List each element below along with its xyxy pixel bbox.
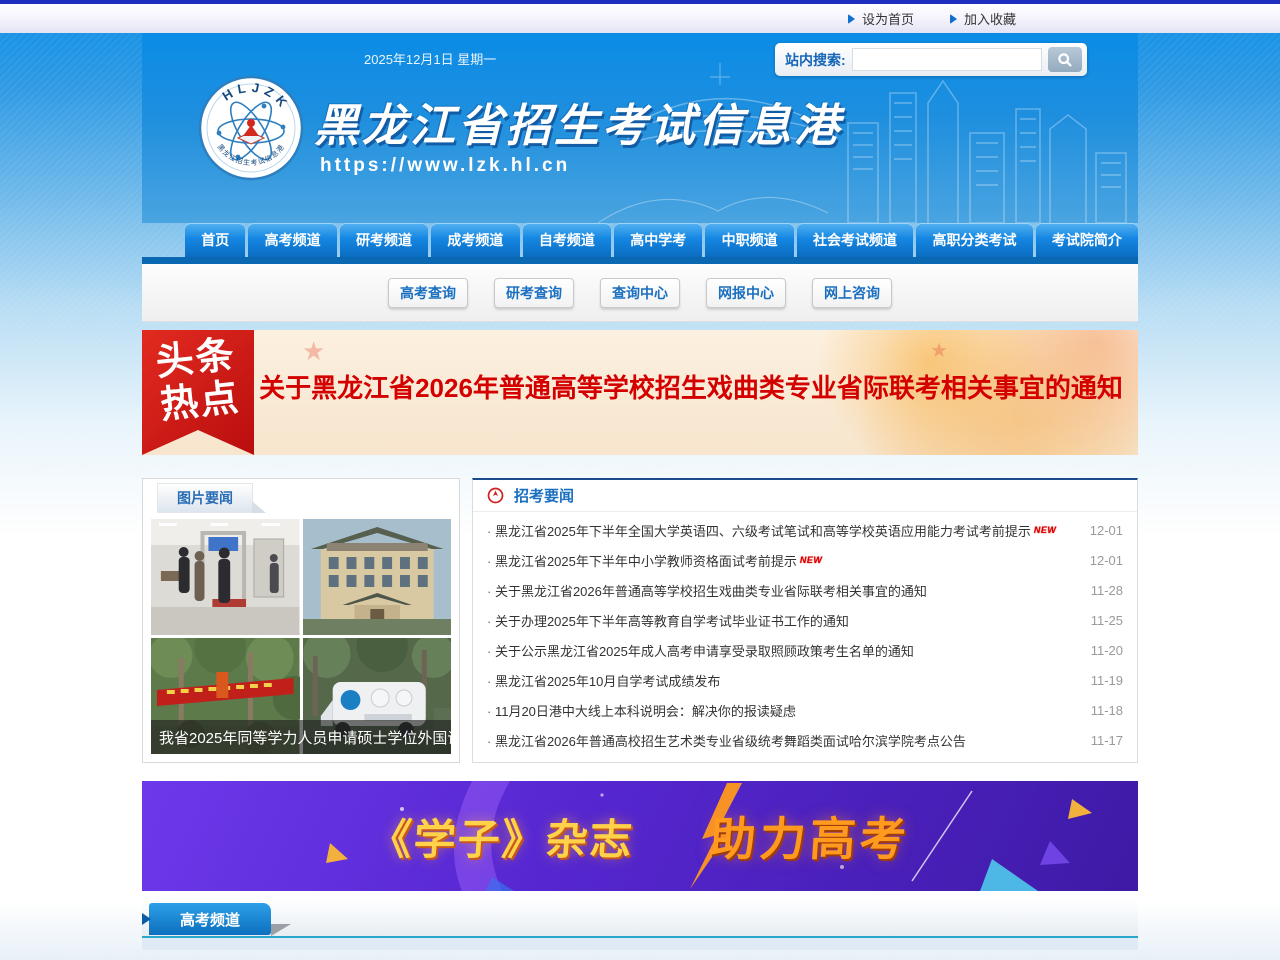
quicklink-query-center[interactable]: 查询中心 xyxy=(600,278,680,308)
nav-divider-strip xyxy=(142,257,1138,264)
gaokao-channel-tab[interactable]: 高考频道 xyxy=(149,903,271,935)
nav-tab-zikao[interactable]: 自考频道 xyxy=(523,223,611,257)
set-homepage-label: 设为首页 xyxy=(862,9,914,28)
news-item-date: 11-18 xyxy=(1081,703,1123,718)
tab-fold-decoration xyxy=(271,924,291,936)
news-list-item[interactable]: 黑龙江省2025年下半年全国大学英语四、六级考试笔试和高等学校英语应用能力考试考… xyxy=(487,515,1123,545)
add-favorite-label: 加入收藏 xyxy=(964,9,1016,28)
headline-link[interactable]: 关于黑龙江省2026年普通高等学校招生戏曲类专业省际联考相关事宜的通知 xyxy=(254,330,1128,443)
section-background-strip xyxy=(142,938,1138,950)
add-favorite-link[interactable]: 加入收藏 xyxy=(950,9,1016,28)
news-item-text: 关于黑龙江省2026年普通高等学校招生戏曲类专业省际联考相关事宜的通知 xyxy=(487,581,927,600)
compass-icon xyxy=(487,487,504,504)
search-input[interactable] xyxy=(852,48,1042,71)
news-item-date: 11-17 xyxy=(1081,733,1123,748)
gaokao-channel-header: 高考频道 xyxy=(142,900,1138,938)
hot-topic-badge: 头条热点 xyxy=(148,333,248,427)
nav-tab-chengkao[interactable]: 成考频道 xyxy=(431,223,519,257)
promo-magazine-text: 《学子》杂志 xyxy=(368,806,636,867)
news-item-date: 11-19 xyxy=(1081,673,1123,688)
news-item-text: 关于公示黑龙江省2025年成人高考申请享受录取照顾政策考生名单的通知 xyxy=(487,641,914,660)
news-item-date: 11-25 xyxy=(1081,613,1123,628)
news-item-text: 黑龙江省2025年10月自学考试成绩发布 xyxy=(487,671,720,690)
news-list-item[interactable]: 黑龙江省2025年10月自学考试成绩发布 11-19 xyxy=(487,665,1123,695)
news-item-text: 11月20日港中大线上本科说明会：解决你的报读疑虑 xyxy=(487,701,796,720)
site-url: https://www.lzk.hl.cn xyxy=(320,155,570,177)
arrow-right-icon xyxy=(848,14,855,24)
news-item-date: 12-01 xyxy=(1080,553,1123,568)
news-item-date: 11-28 xyxy=(1081,583,1123,598)
photo-news-tab[interactable]: 图片要闻 xyxy=(157,483,253,513)
news-list-item[interactable]: 黑龙江省2025年下半年中小学教师资格面试考前提示 NEW 12-01 xyxy=(487,545,1123,575)
news-panel-title: 招考要闻 xyxy=(514,485,574,506)
promo-slogan-text: 助力高考 xyxy=(707,803,912,869)
top-utility-bar: 设为首页 加入收藏 xyxy=(0,0,1280,33)
nav-tab-social-exams[interactable]: 社会考试频道 xyxy=(797,223,913,257)
search-label: 站内搜索: xyxy=(785,50,846,70)
news-panel-header: 招考要闻 xyxy=(473,480,1137,512)
news-list-item[interactable]: 关于公示黑龙江省2025年成人高考申请享受录取照顾政策考生名单的通知 11-20 xyxy=(487,635,1123,665)
new-badge: NEW xyxy=(1034,525,1057,535)
news-item-date: 11-20 xyxy=(1081,643,1123,658)
site-search-box: 站内搜索: xyxy=(775,43,1087,76)
news-item-text: 黑龙江省2025年下半年中小学教师资格面试考前提示 xyxy=(487,551,797,570)
nav-tab-vocational[interactable]: 中职频道 xyxy=(705,223,793,257)
quicklink-online-consult[interactable]: 网上咨询 xyxy=(812,278,892,308)
news-list-item[interactable]: 关于黑龙江省2026年普通高等学校招生戏曲类专业省际联考相关事宜的通知 11-2… xyxy=(487,575,1123,605)
site-title: 黑龙江省招生考试信息港 xyxy=(314,89,834,154)
nav-tab-about[interactable]: 考试院简介 xyxy=(1036,223,1138,257)
nav-tab-gaokao[interactable]: 高考频道 xyxy=(248,223,336,257)
photo-news-tab-label: 图片要闻 xyxy=(177,488,233,508)
admissions-news-panel: 招考要闻 黑龙江省2025年下半年全国大学英语四、六级考试笔试和高等学校英语应用… xyxy=(472,478,1138,763)
site-header: 2025年12月1日 星期一 HLJZK 黑龙江招生考试信息港 xyxy=(142,33,1138,223)
quick-links-bar: 高考查询 研考查询 查询中心 网报中心 网上咨询 xyxy=(142,264,1138,322)
main-navigation: 首页 高考频道 研考频道 成考频道 自考频道 高中学考 中职频道 社会考试频道 … xyxy=(185,223,1138,257)
news-item-text: 黑龙江省2025年下半年全国大学英语四、六级考试笔试和高等学校英语应用能力考试考… xyxy=(487,521,1031,540)
exam-security-check-image xyxy=(151,519,300,635)
new-badge: NEW xyxy=(800,555,823,565)
photo-grid xyxy=(151,519,451,754)
photo-news-panel: 图片要闻 xyxy=(142,478,460,763)
photo-caption[interactable]: 我省2025年同等学力人员申请硕士学位外国语 xyxy=(151,720,451,754)
nav-tab-home[interactable]: 首页 xyxy=(185,223,245,257)
current-date: 2025年12月1日 星期一 xyxy=(364,49,496,68)
photo-examination-building[interactable] xyxy=(303,519,452,635)
magazine-promo-banner[interactable]: 《学子》杂志 助力高考 xyxy=(142,781,1138,891)
nav-tab-classified-exams[interactable]: 高职分类考试 xyxy=(916,223,1032,257)
news-item-text: 关于办理2025年下半年高等教育自学考试毕业证书工作的通知 xyxy=(487,611,849,630)
search-icon xyxy=(1057,52,1073,68)
news-list-item[interactable]: 黑龙江省2026年普通高校招生艺术类专业省级统考舞蹈类面试哈尔滨学院考点公告 1… xyxy=(487,725,1123,755)
quicklink-gaokao-query[interactable]: 高考查询 xyxy=(388,278,468,308)
nav-tab-highschool[interactable]: 高中学考 xyxy=(614,223,702,257)
arrow-right-icon xyxy=(950,14,957,24)
set-homepage-link[interactable]: 设为首页 xyxy=(848,9,914,28)
photo-exam-security-check[interactable] xyxy=(151,519,300,635)
gaokao-channel-label: 高考频道 xyxy=(180,909,240,930)
headline-banner: ★ ★ 头条热点 关于黑龙江省2026年普通高等学校招生戏曲类专业省际联考相关事… xyxy=(142,330,1138,455)
search-button[interactable] xyxy=(1048,47,1082,72)
news-list-item[interactable]: 11月20日港中大线上本科说明会：解决你的报读疑虑 11-18 xyxy=(487,695,1123,725)
nav-tab-yankao[interactable]: 研考频道 xyxy=(340,223,428,257)
arrow-right-icon xyxy=(142,913,151,925)
news-list-item[interactable]: 关于办理2025年下半年高等教育自学考试毕业证书工作的通知 11-25 xyxy=(487,605,1123,635)
quicklink-yankao-query[interactable]: 研考查询 xyxy=(494,278,574,308)
news-list: 黑龙江省2025年下半年全国大学英语四、六级考试笔试和高等学校英语应用能力考试考… xyxy=(473,512,1137,762)
news-item-text: 黑龙江省2026年普通高校招生艺术类专业省级统考舞蹈类面试哈尔滨学院考点公告 xyxy=(487,731,966,750)
quicklink-report-center[interactable]: 网报中心 xyxy=(706,278,786,308)
news-item-date: 12-01 xyxy=(1080,523,1123,538)
examination-building-image xyxy=(303,519,452,635)
site-logo[interactable]: HLJZK 黑龙江招生考试信息港 xyxy=(198,75,304,181)
